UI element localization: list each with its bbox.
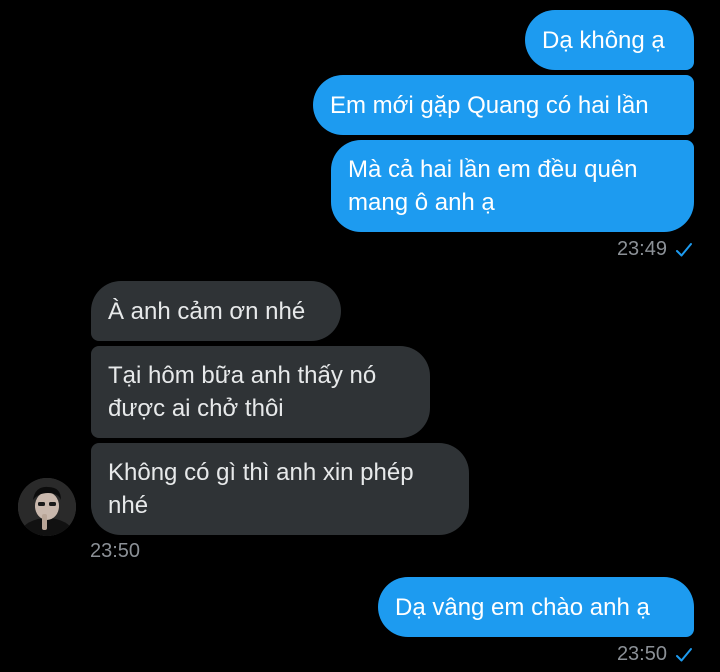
check-icon xyxy=(676,242,692,256)
message-bubble-outgoing[interactable]: Dạ vâng em chào anh ạ xyxy=(378,577,694,637)
message-bubble-incoming[interactable]: À anh cảm ơn nhé xyxy=(91,281,341,341)
message-bubble-incoming[interactable]: Tại hôm bữa anh thấy nó được ai chở thôi xyxy=(91,346,430,438)
message-text: Không có gì thì anh xin phép nhé xyxy=(108,459,414,519)
message-text: Dạ không ạ xyxy=(542,26,665,54)
message-bubble-incoming[interactable]: Không có gì thì anh xin phép nhé xyxy=(91,443,469,535)
message-text: Dạ vâng em chào anh ạ xyxy=(395,593,650,621)
message-text: Tại hôm bữa anh thấy nó được ai chở thôi xyxy=(108,362,377,422)
avatar-icon xyxy=(18,478,76,536)
message-bubble-outgoing[interactable]: Mà cả hai lần em đều quên mang ô anh ạ xyxy=(331,140,694,232)
message-text: Mà cả hai lần em đều quên mang ô anh ạ xyxy=(348,156,638,216)
message-bubble-outgoing[interactable]: Dạ không ạ xyxy=(525,10,694,70)
message-text: À anh cảm ơn nhé xyxy=(108,297,306,325)
check-icon xyxy=(676,647,692,661)
message-meta: 23:50 xyxy=(617,643,693,666)
message-meta: 23:49 xyxy=(617,238,693,261)
message-text: Em mới gặp Quang có hai lần xyxy=(330,91,649,119)
message-timestamp: 23:50 xyxy=(90,540,141,562)
message-timestamp: 23:49 xyxy=(616,238,667,260)
avatar[interactable] xyxy=(18,478,76,536)
message-meta: 23:50 xyxy=(90,540,140,563)
message-timestamp: 23:50 xyxy=(616,643,667,665)
message-bubble-outgoing[interactable]: Em mới gặp Quang có hai lần xyxy=(313,75,694,135)
